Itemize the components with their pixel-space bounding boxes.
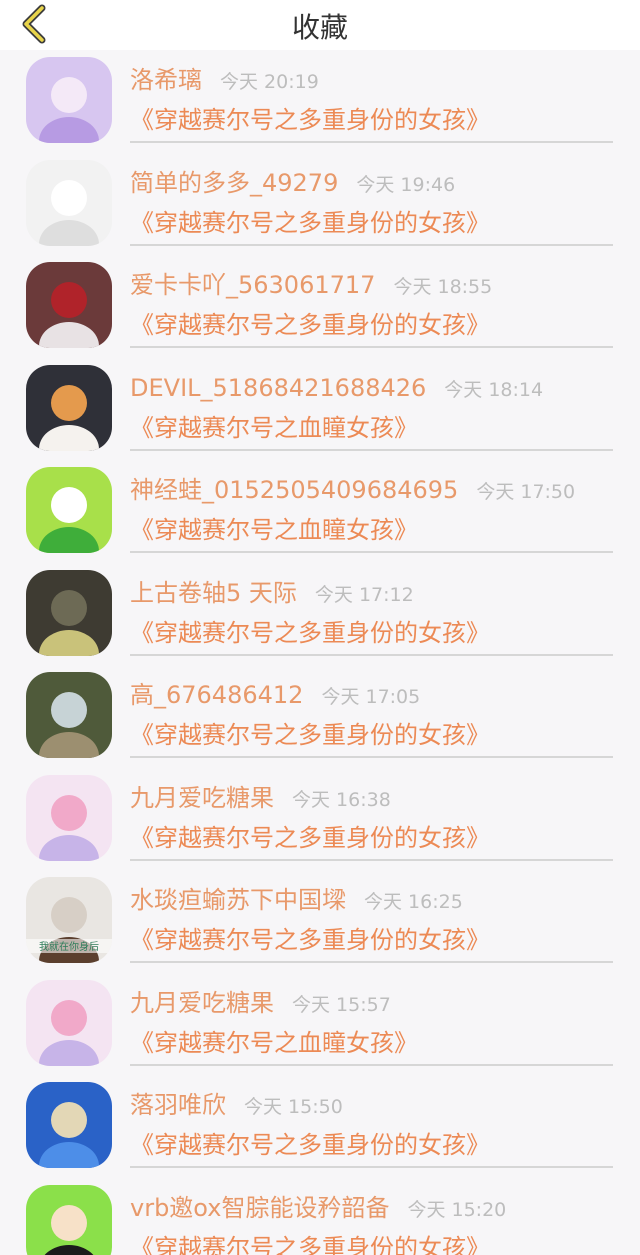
avatar-image [26,774,112,861]
timestamp: 今天 17:50 [476,481,576,503]
item-header: 九月爱吃糖果 今天 15:57 [130,986,620,1023]
item-header: 神经蛙_0152505409684695 今天 17:50 [130,473,620,510]
list-item[interactable]: 九月爱吃糖果 今天 16:38 《穿越赛尔号之多重身份的女孩》 [0,768,640,871]
list-item[interactable]: 高_676486412 今天 17:05 《穿越赛尔号之多重身份的女孩》 [0,665,640,768]
avatar-image: 我就在你身后 [26,877,112,963]
list-item[interactable]: 九月爱吃糖果 今天 15:57 《穿越赛尔号之血瞳女孩》 [0,973,640,1076]
avatar[interactable] [26,569,112,656]
timestamp: 今天 17:05 [321,686,421,708]
book-title-link[interactable]: 《穿越赛尔号之多重身份的女孩》 [130,717,490,753]
avatar-image [26,57,112,143]
item-header: 落羽唯欣 今天 15:50 [130,1088,620,1125]
divider [130,448,613,451]
list-item[interactable]: 我就在你身后 水琰疸蝓苏下中国墚 今天 16:25 《穿越赛尔号之多重身份的女孩》 [0,870,640,973]
item-header: vrb邀ox智腙能设矜韶备 今天 15:20 [130,1191,620,1228]
timestamp: 今天 18:14 [444,378,544,401]
avatar-image [26,672,112,758]
item-header: 高_676486412 今天 17:05 [130,678,620,715]
item-header: 水琰疸蝓苏下中国墚 今天 16:25 [130,883,620,920]
avatar[interactable] [26,1082,112,1168]
list-item[interactable]: 洛希璃 今天 20:19 《穿越赛尔号之多重身份的女孩》 [0,50,640,153]
item-header: 爱卡卡吖_563061717 今天 18:55 [130,268,620,305]
user-name[interactable]: 爱卡卡吖_563061717 [130,271,375,299]
list-item[interactable]: 爱卡卡吖_563061717 今天 18:55 《穿越赛尔号之多重身份的女孩》 [0,255,640,358]
divider [130,346,613,348]
avatar[interactable] [26,467,112,553]
item-header: 上古卷轴5 天际 今天 17:12 [130,576,620,613]
divider [130,551,613,553]
top-bar: 收藏 [0,0,640,50]
avatar[interactable] [26,364,112,451]
timestamp: 今天 15:57 [292,993,391,1016]
divider [130,653,613,656]
user-name[interactable]: DEVIL_51868421688426 [130,374,426,402]
timestamp: 今天 20:19 [220,71,319,93]
book-title-link[interactable]: 《穿越赛尔号之多重身份的女孩》 [130,1230,490,1255]
timestamp: 今天 15:20 [407,1198,507,1221]
avatar[interactable]: 我就在你身后 [26,877,112,963]
item-header: 洛希璃 今天 20:19 [130,63,620,100]
avatar[interactable] [26,672,112,758]
page-title: 收藏 [291,11,348,44]
avatar[interactable] [26,774,112,861]
avatar-image [26,262,112,348]
avatar-image [26,364,112,451]
book-title-link[interactable]: 《穿越赛尔号之血瞳女孩》 [130,410,418,446]
avatar-caption: 我就在你身后 [39,940,99,953]
user-name[interactable]: 上古卷轴5 天际 [130,579,297,607]
book-title-link[interactable]: 《穿越赛尔号之多重身份的女孩》 [130,615,490,651]
user-name[interactable]: 神经蛙_0152505409684695 [130,476,458,504]
avatar-image [26,159,112,246]
list-item[interactable]: 简单的多多_49279 今天 19:46 《穿越赛尔号之多重身份的女孩》 [0,153,640,256]
divider [130,1063,613,1066]
favorites-list: 洛希璃 今天 20:19 《穿越赛尔号之多重身份的女孩》 简单的多多_49279 今天 … [0,50,640,1255]
book-title-link[interactable]: 《穿越赛尔号之多重身份的女孩》 [130,820,490,856]
book-title-link[interactable]: 《穿越赛尔号之多重身份的女孩》 [130,1127,490,1163]
timestamp: 今天 15:50 [244,1096,343,1118]
divider [130,141,613,143]
book-title-link[interactable]: 《穿越赛尔号之多重身份的女孩》 [130,922,490,958]
book-title-link[interactable]: 《穿越赛尔号之多重身份的女孩》 [130,102,490,138]
avatar[interactable] [26,1184,112,1255]
timestamp: 今天 16:25 [364,891,463,913]
timestamp: 今天 17:12 [314,583,414,606]
avatar[interactable] [26,262,112,348]
timestamp: 今天 19:46 [356,173,456,196]
list-item[interactable]: 落羽唯欣 今天 15:50 《穿越赛尔号之多重身份的女孩》 [0,1075,640,1178]
avatar[interactable] [26,979,112,1066]
user-name[interactable]: 简单的多多_49279 [130,169,338,197]
user-name[interactable]: 水琰疸蝓苏下中国墚 [130,886,346,914]
user-name[interactable]: vrb邀ox智腙能设矜韶备 [130,1194,389,1222]
user-name[interactable]: 九月爱吃糖果 [130,989,274,1017]
book-title-link[interactable]: 《穿越赛尔号之血瞳女孩》 [130,1025,418,1061]
divider [130,858,613,861]
avatar-image [26,1184,112,1255]
book-title-link[interactable]: 《穿越赛尔号之多重身份的女孩》 [130,307,490,343]
item-header: 九月爱吃糖果 今天 16:38 [130,781,620,818]
user-name[interactable]: 洛希璃 [130,66,202,94]
avatar-image [26,569,112,656]
item-header: DEVIL_51868421688426 今天 18:14 [130,371,620,408]
book-title-link[interactable]: 《穿越赛尔号之血瞳女孩》 [130,512,418,548]
user-name[interactable]: 九月爱吃糖果 [130,784,274,812]
avatar-image [26,467,112,553]
divider [130,961,613,963]
avatar[interactable] [26,57,112,143]
divider [130,1166,613,1168]
divider [130,756,613,758]
timestamp: 今天 18:55 [393,276,493,298]
list-item[interactable]: vrb邀ox智腙能设矜韶备 今天 15:20 《穿越赛尔号之多重身份的女孩》 [0,1178,640,1255]
divider [130,243,613,246]
user-name[interactable]: 高_676486412 [130,681,303,709]
avatar-image [26,1082,112,1168]
avatar-image [26,979,112,1066]
list-item[interactable]: DEVIL_51868421688426 今天 18:14 《穿越赛尔号之血瞳女孩》 [0,358,640,461]
user-name[interactable]: 落羽唯欣 [130,1091,226,1119]
list-item[interactable]: 神经蛙_0152505409684695 今天 17:50 《穿越赛尔号之血瞳女孩》 [0,460,640,563]
list-item[interactable]: 上古卷轴5 天际 今天 17:12 《穿越赛尔号之多重身份的女孩》 [0,563,640,666]
timestamp: 今天 16:38 [292,788,391,811]
avatar[interactable] [26,159,112,246]
book-title-link[interactable]: 《穿越赛尔号之多重身份的女孩》 [130,205,490,241]
item-header: 简单的多多_49279 今天 19:46 [130,166,620,203]
